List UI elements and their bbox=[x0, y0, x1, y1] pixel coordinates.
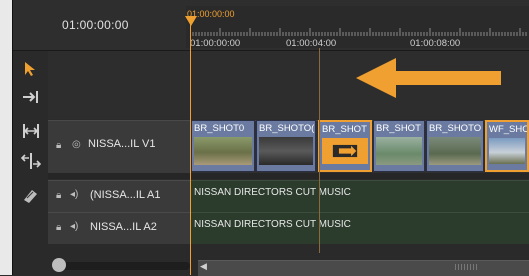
clip-label: WF_SHO bbox=[489, 124, 529, 135]
ruler-label-8: 01:00:08:00 bbox=[410, 38, 461, 49]
current-timecode[interactable]: 01:00:00:00 bbox=[62, 18, 129, 32]
playhead-handle[interactable] bbox=[185, 16, 197, 26]
track-a1-lane[interactable]: NISSAN DIRECTORS CUT MUSIC bbox=[190, 180, 529, 213]
track-header-a1[interactable]: 🔒︎ ◂) (NISSA...IL A1 bbox=[48, 180, 190, 213]
eye-icon[interactable]: ◎ bbox=[72, 139, 81, 150]
audio-clip-label: NISSAN DIRECTORS CUT MUSIC bbox=[194, 187, 351, 198]
rolling-edit-icon[interactable] bbox=[20, 152, 42, 170]
clip-label: BR_SHOT bbox=[376, 123, 421, 134]
ripple-edit-icon[interactable] bbox=[20, 122, 42, 140]
clip-thumbnail bbox=[259, 137, 313, 165]
track-label-a2: NISSA...IL A2 bbox=[90, 221, 157, 233]
track-select-icon[interactable] bbox=[20, 88, 42, 106]
track-a2-lane[interactable]: NISSAN DIRECTORS CUT MUSIC bbox=[190, 212, 529, 245]
lock-icon[interactable]: 🔒︎ bbox=[56, 190, 61, 201]
track-header-v1[interactable]: 🔒︎ ◎ NISSA...IL V1 bbox=[48, 120, 190, 174]
clip-thumbnail bbox=[322, 138, 368, 164]
ruler-ticks bbox=[190, 28, 527, 36]
track-label-v1: NISSA...IL V1 bbox=[88, 138, 156, 150]
zoom-slider-track[interactable] bbox=[52, 262, 190, 270]
lock-icon[interactable]: 🔒︎ bbox=[56, 222, 61, 233]
clip-label: BR_SHOT bbox=[322, 124, 367, 135]
track-separator bbox=[48, 173, 529, 179]
lock-icon[interactable]: 🔒︎ bbox=[56, 140, 61, 151]
window-edge bbox=[0, 0, 12, 275]
zoom-slider-handle[interactable] bbox=[52, 258, 66, 272]
move-cursor-icon bbox=[332, 144, 358, 158]
scroll-left-arrow-icon[interactable]: ◀ bbox=[200, 261, 207, 272]
clip-label: BR_SHOTO( bbox=[259, 123, 315, 134]
direction-arrow-icon bbox=[356, 58, 501, 98]
clip-4[interactable]: BR_SHOT bbox=[373, 120, 425, 172]
clip-thumbnail bbox=[429, 137, 481, 165]
scrollbar-grip[interactable] bbox=[455, 264, 477, 270]
clip-thumbnail bbox=[489, 138, 525, 164]
clip-3-selected[interactable]: BR_SHOT bbox=[318, 120, 372, 172]
clip-5[interactable]: BR_SHOTO bbox=[426, 120, 484, 172]
speaker-icon[interactable]: ◂) bbox=[70, 221, 78, 232]
track-label-a1: (NISSA...IL A1 bbox=[90, 189, 161, 201]
clip-label: BR_SHOTO bbox=[429, 123, 482, 134]
clip-6[interactable]: WF_SHO bbox=[485, 120, 529, 172]
selection-tool-icon[interactable] bbox=[20, 60, 42, 78]
audio-clip-label: NISSAN DIRECTORS CUT MUSIC bbox=[194, 219, 351, 230]
clip-1[interactable]: BR_SHOT0 bbox=[191, 120, 255, 172]
playhead-line[interactable] bbox=[190, 20, 191, 275]
speaker-icon[interactable]: ◂) bbox=[70, 189, 78, 200]
clip-thumbnail bbox=[376, 137, 422, 165]
edit-marker-line bbox=[319, 48, 320, 253]
clip-thumbnail bbox=[194, 137, 252, 165]
ruler-label-4: 01:00:04:00 bbox=[286, 38, 337, 49]
clip-label: BR_SHOT0 bbox=[194, 123, 245, 134]
clip-2[interactable]: BR_SHOTO( bbox=[256, 120, 316, 172]
razor-tool-icon[interactable] bbox=[20, 186, 42, 204]
timeline-scrollbar[interactable] bbox=[198, 260, 529, 276]
track-header-a2[interactable]: 🔒︎ ◂) NISSA...IL A2 bbox=[48, 212, 190, 245]
ruler-label-0: 01:00:00:00 bbox=[190, 38, 241, 49]
